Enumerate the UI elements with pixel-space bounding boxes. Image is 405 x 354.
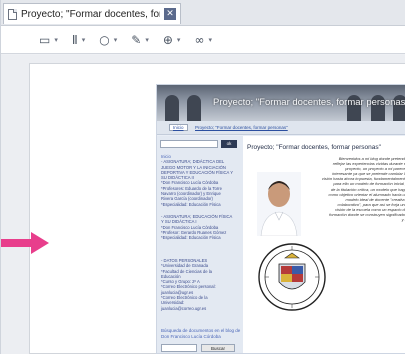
document-search-link[interactable]: Búsqueda de documentos en el blog de Don… <box>161 328 243 339</box>
chevron-down-icon: ▾ <box>208 35 212 44</box>
chevron-down-icon: ▾ <box>176 35 181 44</box>
highlight-tool-button[interactable]: Ⅱ ▾ <box>72 33 85 47</box>
annotation-toolbar: ▭ ▾ Ⅱ ▾ ○ ▾ ✎ ▾ ⊕ ▾ ∞ ▾ <box>1 26 405 54</box>
highlight-icon: Ⅱ <box>71 32 78 47</box>
pen-icon: ✎ <box>131 32 142 47</box>
sidebar-info-block: - ASIGNATURA; EDUCACIÓN FÍSICA Y SU DIDÁC… <box>161 214 241 240</box>
close-icon[interactable]: ✕ <box>164 8 176 20</box>
blog-post: Proyecto; "Formar docentes, formar perso… <box>243 136 405 353</box>
pen-tool-button[interactable]: ✎ ▾ <box>131 33 149 47</box>
blog-sidebar: ok Inicio - ASIGNATURA; DIDÁCTICA DEL JUEG… <box>157 136 243 353</box>
post-title: Proyecto; "Formar docentes, formar perso… <box>247 144 381 151</box>
sidebar-info-block: - DATOS PERSONALES *Universidad de Granad… <box>161 258 241 311</box>
document-search-button[interactable]: Buscar <box>201 344 235 352</box>
sidebar-line: *Especialidad: Educación Física <box>161 201 221 207</box>
embedded-blog-page: Proyecto; "Formar docentes, formar perso… <box>156 84 405 354</box>
arrow-right-icon <box>1 232 49 254</box>
viewer-left-margin <box>1 55 27 354</box>
banner-arch <box>187 95 201 121</box>
chevron-down-icon: ▾ <box>54 35 58 44</box>
link-icon: ∞ <box>194 32 205 47</box>
blog-banner: Proyecto; "Formar docentes, formar perso… <box>157 85 405 121</box>
banner-arch <box>165 95 179 121</box>
nav-link-proyecto[interactable]: Proyecto; "Formar docentes, formar perso… <box>195 125 288 130</box>
tab-title: Proyecto; "Formar docentes, forma <box>21 8 160 20</box>
nav-link-inicio[interactable]: Inicio <box>169 124 188 131</box>
shape-icon: ○ <box>99 32 110 47</box>
comment-tool-button[interactable]: ▭ ▾ <box>39 33 58 47</box>
document-icon <box>8 8 17 20</box>
blog-search-input[interactable] <box>160 140 218 148</box>
zoom-tool-button[interactable]: ⊕ ▾ <box>163 33 181 47</box>
blog-nav: Inicio Proyecto; "Formar docentes, forma… <box>157 121 405 135</box>
chevron-down-icon: ▾ <box>145 35 149 44</box>
post-body: Bienvenidos a mi blog donde pretendo refl… <box>311 156 405 222</box>
document-search-row: Buscar <box>161 344 235 352</box>
sidebar-info-block: Inicio - ASIGNATURA; DIDÁCTICA DEL JUEGO M… <box>161 154 241 207</box>
blog-search: ok <box>160 140 237 148</box>
sidebar-line: juanlucia@correo.ugr.es <box>161 305 207 311</box>
zoom-icon: ⊕ <box>162 32 173 47</box>
comment-icon: ▭ <box>39 32 51 47</box>
document-search-input[interactable] <box>161 344 197 352</box>
post-line: y a <box>401 217 405 223</box>
blog-search-button[interactable]: ok <box>221 140 237 148</box>
chevron-down-icon: ▾ <box>113 35 118 44</box>
chevron-down-icon: ▾ <box>81 35 86 44</box>
sidebar-line: *Especialidad: Educación Física <box>161 235 221 241</box>
tab-strip: Proyecto; "Formar docentes, forma ✕ <box>1 0 405 26</box>
university-seal-icon <box>258 243 326 311</box>
link-tool-button[interactable]: ∞ ▾ <box>194 33 212 47</box>
document-tab[interactable]: Proyecto; "Formar docentes, forma ✕ <box>3 3 181 24</box>
pdf-viewer-window: Proyecto; "Formar docentes, forma ✕ ▭▾Ⅱ▾… <box>0 0 405 354</box>
shape-tool-button[interactable]: ○ ▾ <box>99 33 117 47</box>
author-portrait <box>257 172 301 236</box>
banner-title: Proyecto; "Formar docentes, formar perso… <box>213 97 405 108</box>
